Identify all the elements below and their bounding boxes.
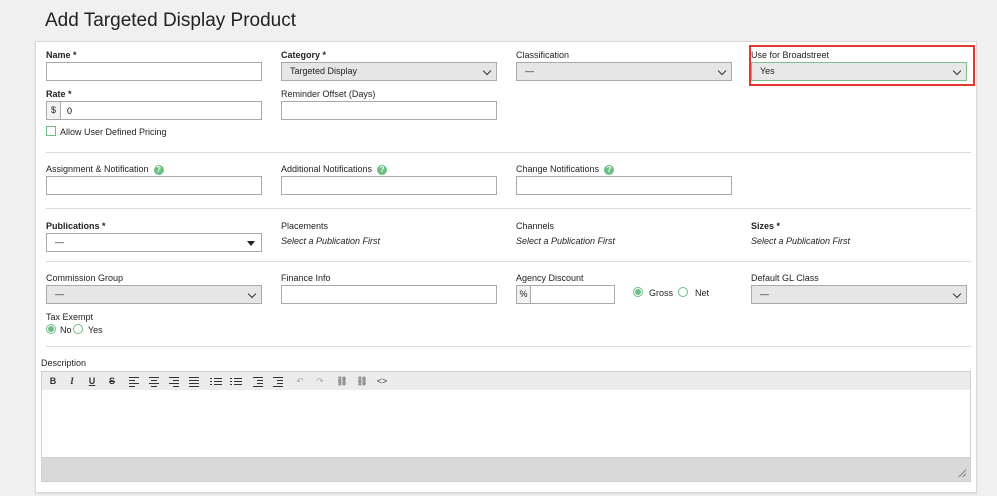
publications-select[interactable]: — — [46, 233, 262, 252]
commission-group-select[interactable]: — — [46, 285, 262, 304]
reminder-offset-input[interactable] — [281, 101, 497, 120]
allow-user-pricing-label: Allow User Defined Pricing — [60, 127, 167, 137]
undo-icon[interactable]: ↶ — [294, 375, 306, 387]
link-icon[interactable]: ⛓ — [336, 375, 348, 387]
publications-label: Publications * — [46, 221, 106, 231]
sizes-label: Sizes * — [751, 221, 781, 231]
additional-notifications-input[interactable] — [281, 176, 497, 195]
net-radio[interactable] — [678, 287, 688, 297]
chevron-down-icon — [247, 289, 257, 299]
assignment-notification-input[interactable] — [46, 176, 262, 195]
finance-info-input[interactable] — [281, 285, 497, 304]
placements-hint: Select a Publication First — [281, 236, 381, 246]
align-right-icon[interactable] — [168, 375, 180, 387]
help-icon[interactable]: ? — [377, 164, 388, 175]
align-center-icon[interactable] — [148, 375, 160, 387]
tax-exempt-yes-label: Yes — [88, 325, 103, 335]
tax-exempt-label: Tax Exempt — [46, 312, 94, 322]
unlink-icon[interactable]: ⛓ — [356, 375, 368, 387]
caret-down-icon — [247, 241, 255, 246]
sizes-hint: Select a Publication First — [751, 236, 851, 246]
channels-label: Channels — [516, 221, 555, 231]
underline-button[interactable]: U — [86, 375, 98, 387]
change-notifications-label: Change Notifications? — [516, 164, 615, 175]
placements-label: Placements — [281, 221, 329, 231]
currency-addon: $ — [46, 101, 60, 120]
agency-discount-label: Agency Discount — [516, 273, 584, 283]
reminder-offset-label: Reminder Offset (Days) — [281, 89, 376, 99]
change-notifications-input[interactable] — [516, 176, 732, 195]
highlight-box — [749, 45, 975, 86]
default-gl-class-value: — — [760, 289, 769, 299]
section-divider — [46, 261, 971, 262]
section-divider — [46, 346, 971, 347]
commission-group-value: — — [55, 289, 64, 299]
rate-input[interactable] — [60, 101, 262, 120]
finance-info-label: Finance Info — [281, 273, 331, 283]
name-label: Name * — [46, 50, 77, 60]
strikethrough-button[interactable]: S — [106, 375, 118, 387]
chevron-down-icon — [717, 66, 727, 76]
help-icon[interactable]: ? — [604, 164, 615, 175]
section-divider — [46, 208, 971, 209]
allow-user-pricing-checkbox[interactable] — [46, 126, 56, 136]
default-gl-class-select[interactable]: — — [751, 285, 967, 304]
default-gl-class-label: Default GL Class — [751, 273, 819, 283]
percent-addon: % — [516, 285, 530, 304]
page-title: Add Targeted Display Product — [45, 10, 297, 31]
channels-hint: Select a Publication First — [516, 236, 616, 246]
redo-icon[interactable]: ↷ — [314, 375, 326, 387]
commission-group-label: Commission Group — [46, 273, 124, 283]
resize-handle-icon[interactable] — [958, 469, 966, 477]
assignment-notification-label: Assignment & Notification? — [46, 164, 164, 175]
editor-statusbar — [41, 457, 971, 482]
assignment-notification-label-text: Assignment & Notification — [46, 164, 149, 174]
tax-exempt-no-label: No — [60, 325, 72, 335]
net-label: Net — [695, 288, 710, 298]
category-value: Targeted Display — [290, 66, 358, 76]
additional-notifications-label-text: Additional Notifications — [281, 164, 373, 174]
tax-exempt-yes-radio[interactable] — [73, 324, 83, 334]
name-input[interactable] — [46, 62, 262, 81]
chevron-down-icon — [952, 289, 962, 299]
agency-discount-input[interactable] — [530, 285, 615, 304]
help-icon[interactable]: ? — [153, 164, 164, 175]
section-divider — [46, 152, 971, 153]
indent-icon[interactable] — [272, 375, 284, 387]
gross-radio[interactable] — [633, 287, 643, 297]
bold-button[interactable]: B — [47, 375, 59, 387]
chevron-down-icon — [482, 66, 492, 76]
classification-select[interactable]: — — [516, 62, 732, 81]
publications-value: — — [55, 237, 64, 247]
change-notifications-label-text: Change Notifications — [516, 164, 600, 174]
category-select[interactable]: Targeted Display — [281, 62, 497, 81]
align-justify-icon[interactable] — [188, 375, 200, 387]
description-label: Description — [41, 358, 87, 368]
description-editor[interactable] — [41, 390, 971, 458]
rate-label: Rate * — [46, 89, 72, 99]
classification-value: — — [525, 66, 534, 76]
numbered-list-icon[interactable] — [230, 375, 242, 387]
additional-notifications-label: Additional Notifications? — [281, 164, 388, 175]
gross-label: Gross — [649, 288, 674, 298]
align-left-icon[interactable] — [128, 375, 140, 387]
editor-toolbar: B I U S ↶ ↷ ⛓ ⛓ <> — [41, 371, 971, 391]
category-label: Category * — [281, 50, 327, 60]
source-code-button[interactable]: <> — [374, 375, 390, 387]
outdent-icon[interactable] — [252, 375, 264, 387]
classification-label: Classification — [516, 50, 570, 60]
italic-button[interactable]: I — [66, 375, 78, 387]
bullet-list-icon[interactable] — [210, 375, 222, 387]
product-form-panel: Name * Category * Targeted Display Class… — [35, 41, 977, 493]
tax-exempt-no-radio[interactable] — [46, 324, 56, 334]
